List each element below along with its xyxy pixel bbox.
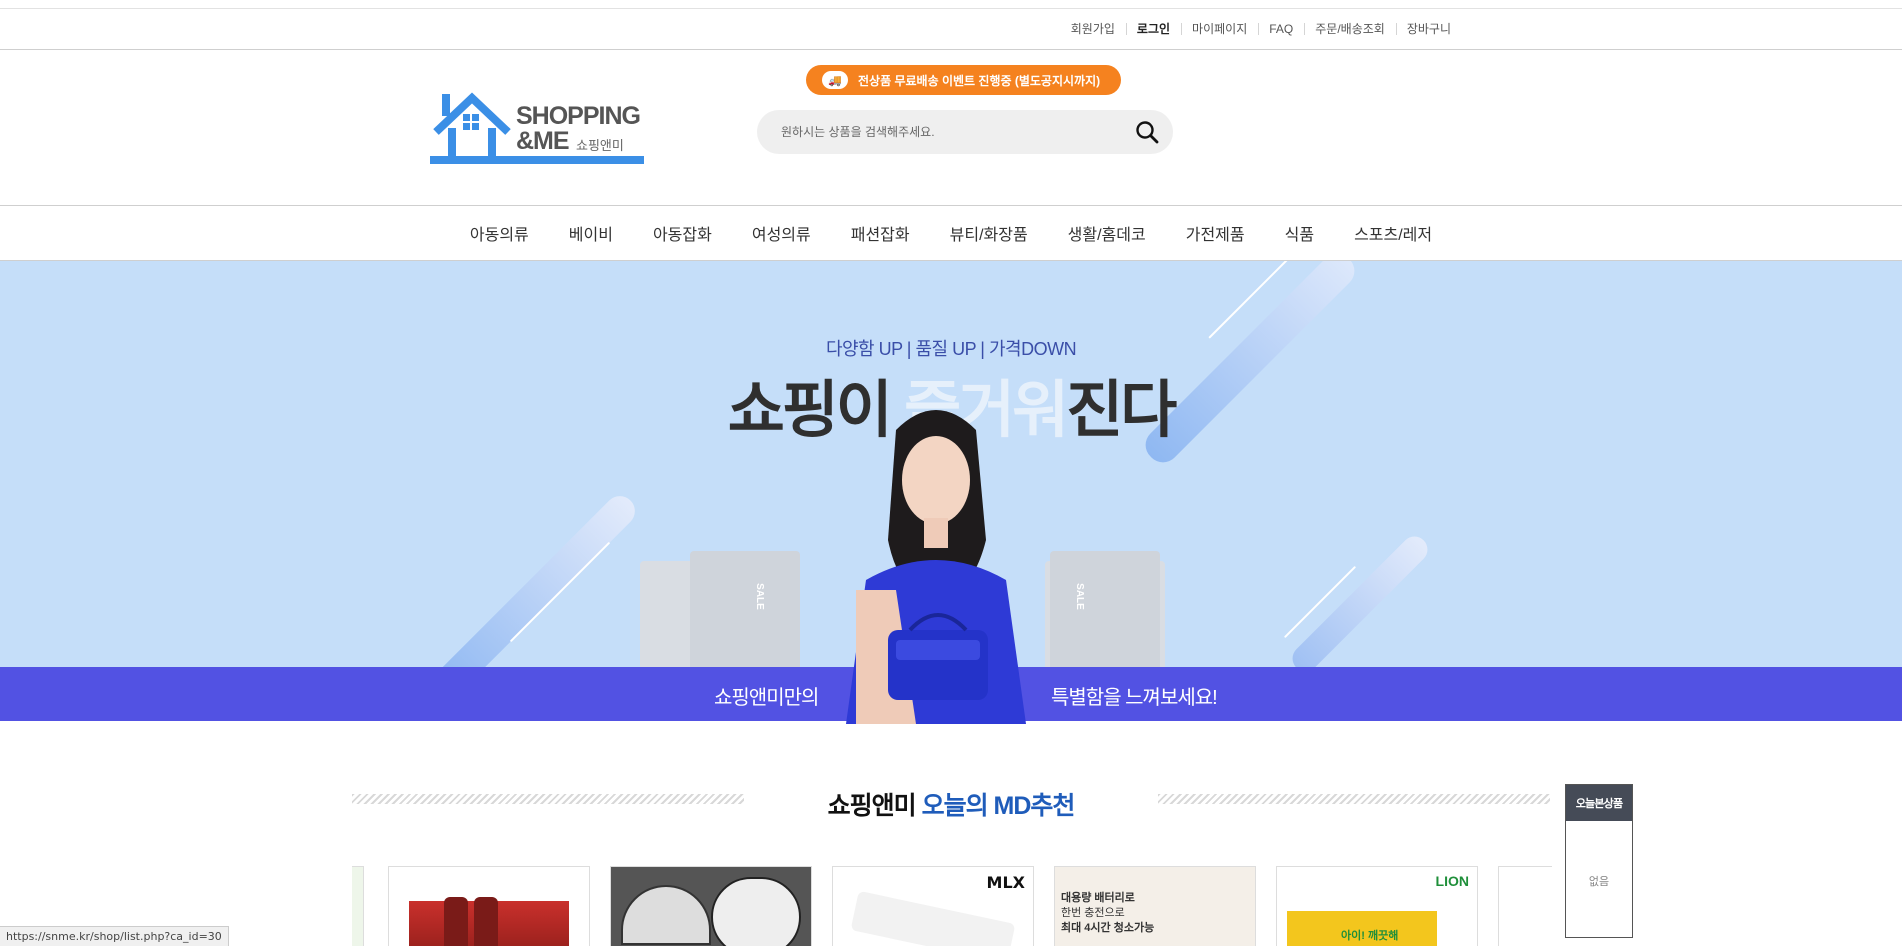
product-brand: LION (1435, 873, 1469, 889)
top-links: 회원가입 로그인 마이페이지 FAQ 주문/배송조회 장바구니 (1060, 9, 1462, 49)
product-text: 최대 4시간 청소가능 (1061, 922, 1155, 934)
signup-link[interactable]: 회원가입 (1060, 22, 1126, 36)
browser-status-url: https://snme.kr/shop/list.php?ca_id=30 (0, 926, 229, 946)
product-card[interactable] (352, 866, 364, 946)
banner-model-image (846, 410, 1026, 724)
shopping-bag: SALE (1050, 551, 1160, 667)
recently-viewed-empty: 없음 (1588, 876, 1610, 888)
product-image (850, 890, 1016, 946)
house-logo-icon (433, 92, 511, 158)
product-image (444, 897, 468, 946)
truck-icon: 🚚 (822, 71, 848, 89)
faq-link[interactable]: FAQ (1258, 22, 1304, 36)
recently-viewed-panel[interactable]: 오늘본상품 없음 (1565, 784, 1633, 938)
mypage-link[interactable]: 마이페이지 (1181, 22, 1258, 36)
product-text: 한번 충전으로 (1061, 907, 1125, 919)
order-tracking-link[interactable]: 주문/배송조회 (1304, 22, 1396, 36)
product-card[interactable]: 대용량 배터리로 한번 충전으로 최대 4시간 청소가능 (1054, 866, 1256, 946)
free-shipping-promo[interactable]: 🚚 전상품 무료배송 이벤트 진행중 (별도공지시까지) (806, 65, 1121, 95)
category-beauty[interactable]: 뷰티/화장품 (930, 221, 1048, 245)
shopping-bag: SALE (690, 551, 800, 667)
top-utility-bar: 회원가입 로그인 마이페이지 FAQ 주문/배송조회 장바구니 (0, 8, 1902, 50)
search-input[interactable] (781, 110, 1111, 154)
bag-label: SALE (753, 583, 765, 610)
product-brand: MLX (986, 873, 1025, 892)
product-card[interactable] (388, 866, 590, 946)
product-card[interactable] (610, 866, 812, 946)
category-sports[interactable]: 스포츠/레저 (1334, 221, 1452, 245)
category-baby[interactable]: 베이비 (549, 221, 633, 245)
promo-text: 전상품 무료배송 이벤트 진행중 (별도공지시까지) (858, 73, 1101, 88)
product-text: 대용량 배터리로 (1061, 892, 1135, 904)
banner-title-part: 진다 (1066, 376, 1177, 445)
product-text: 아이! 깨끗해 (1341, 930, 1399, 942)
banner-deco-bar (428, 489, 642, 667)
site-logo[interactable]: SHOPPING &ME 쇼핑앤미 (430, 92, 644, 168)
search-button[interactable] (1133, 118, 1163, 146)
recently-viewed-title: 오늘본상품 (1566, 785, 1632, 821)
md-title-accent: 오늘의 MD추천 (921, 792, 1076, 820)
login-link[interactable]: 로그인 (1125, 22, 1181, 36)
logo-text-korean: 쇼핑앤미 (576, 138, 624, 153)
banner-stripe-right-text: 특별함을 느껴보세요! (1051, 687, 1218, 709)
product-image (474, 897, 498, 946)
product-carousel: MLX 대용량 배터리로 한번 충전으로 최대 4시간 청소가능 LION 아이… (352, 866, 1552, 946)
category-nav: 아동의류 베이비 아동잡화 여성의류 패션잡화 뷰티/화장품 생활/홈데코 가전… (0, 205, 1902, 261)
cart-link[interactable]: 장바구니 (1395, 22, 1462, 36)
category-kids-clothing[interactable]: 아동의류 (450, 221, 549, 245)
logo-text-me: &ME (516, 127, 570, 155)
category-living-home[interactable]: 생활/홈데코 (1048, 221, 1166, 245)
logo-underline (430, 156, 644, 164)
banner-stripe-left-text: 쇼핑앤미만의 (714, 687, 819, 709)
product-card[interactable] (1498, 866, 1552, 946)
product-card[interactable]: MLX (832, 866, 1034, 946)
md-title-brand: 쇼핑앤미 (827, 792, 922, 820)
category-food[interactable]: 식품 (1265, 221, 1334, 245)
banner-subtitle: 다양함 UP | 품질 UP | 가격DOWN (825, 339, 1077, 359)
category-womens-clothing[interactable]: 여성의류 (732, 221, 831, 245)
product-card[interactable]: LION 아이! 깨끗해 (1276, 866, 1478, 946)
category-appliances[interactable]: 가전제품 (1166, 221, 1265, 245)
search-bar (757, 110, 1173, 154)
category-fashion-goods[interactable]: 패션잡화 (831, 221, 930, 245)
product-image (711, 877, 801, 946)
banner-deco-bar (1287, 531, 1433, 667)
bag-label: SALE (1073, 583, 1085, 610)
search-icon (1136, 121, 1159, 144)
category-kids-goods[interactable]: 아동잡화 (633, 221, 732, 245)
product-image (621, 885, 711, 945)
